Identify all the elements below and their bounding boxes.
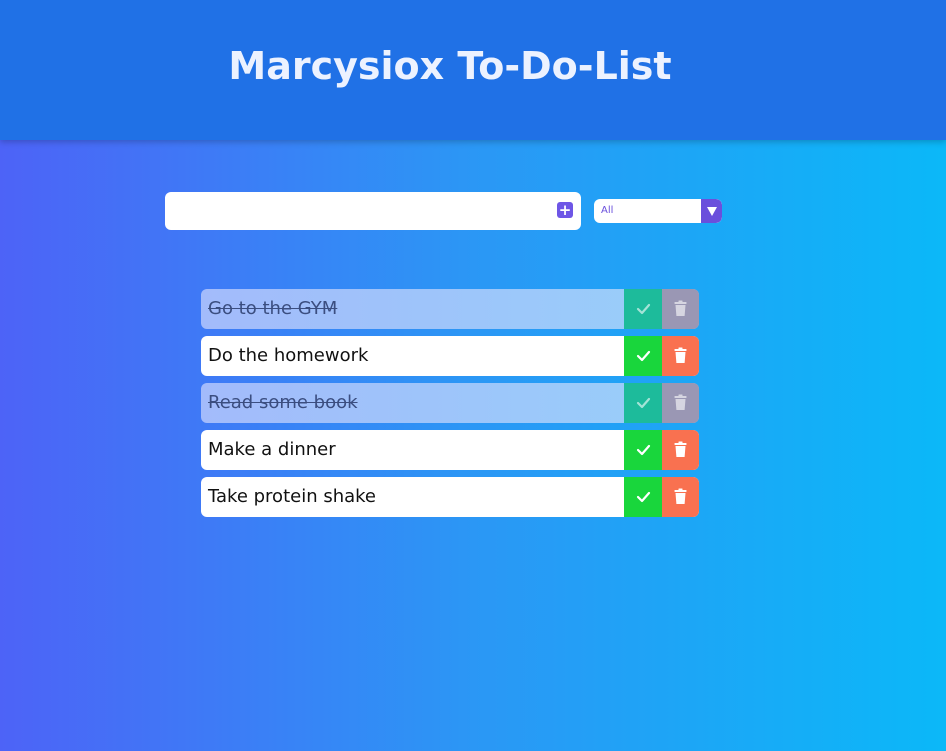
- todo-input[interactable]: [165, 192, 545, 230]
- check-icon: [636, 444, 651, 456]
- todo-item: Take protein shake: [201, 477, 699, 517]
- todo-text: Make a dinner: [208, 439, 336, 460]
- todo-text: Go to the GYM: [208, 298, 338, 319]
- todo-text: Read some book: [208, 392, 358, 413]
- todo-text: Do the homework: [208, 345, 369, 366]
- caret-down-icon[interactable]: [701, 199, 722, 223]
- trash-icon: [674, 347, 687, 363]
- trash-icon: [674, 488, 687, 504]
- check-icon: [636, 350, 651, 362]
- trash-icon: [674, 441, 687, 457]
- check-icon: [636, 397, 651, 409]
- new-todo-form: +: [165, 192, 581, 230]
- todo-list: Go to the GYM Do the homework Read some …: [201, 289, 699, 524]
- plus-icon: +: [558, 201, 572, 219]
- complete-button[interactable]: [624, 383, 662, 423]
- todo-item: Make a dinner: [201, 430, 699, 470]
- delete-button[interactable]: [662, 336, 699, 376]
- todo-text: Take protein shake: [208, 486, 377, 507]
- todo-item: Read some book: [201, 383, 699, 423]
- app-title: Marcysiox To-Do-List: [228, 44, 672, 88]
- filter-selected-value: All: [601, 205, 614, 216]
- add-todo-button[interactable]: +: [557, 202, 573, 218]
- delete-button[interactable]: [662, 289, 699, 329]
- check-icon: [636, 491, 651, 503]
- delete-button[interactable]: [662, 477, 699, 517]
- delete-button[interactable]: [662, 430, 699, 470]
- todo-item: Do the homework: [201, 336, 699, 376]
- filter-select[interactable]: All: [594, 199, 722, 223]
- todo-item: Go to the GYM: [201, 289, 699, 329]
- complete-button[interactable]: [624, 336, 662, 376]
- check-icon: [636, 303, 651, 315]
- delete-button[interactable]: [662, 383, 699, 423]
- trash-icon: [674, 394, 687, 410]
- trash-icon: [674, 300, 687, 316]
- complete-button[interactable]: [624, 430, 662, 470]
- complete-button[interactable]: [624, 289, 662, 329]
- app-header: Marcysiox To-Do-List: [0, 0, 946, 140]
- complete-button[interactable]: [624, 477, 662, 517]
